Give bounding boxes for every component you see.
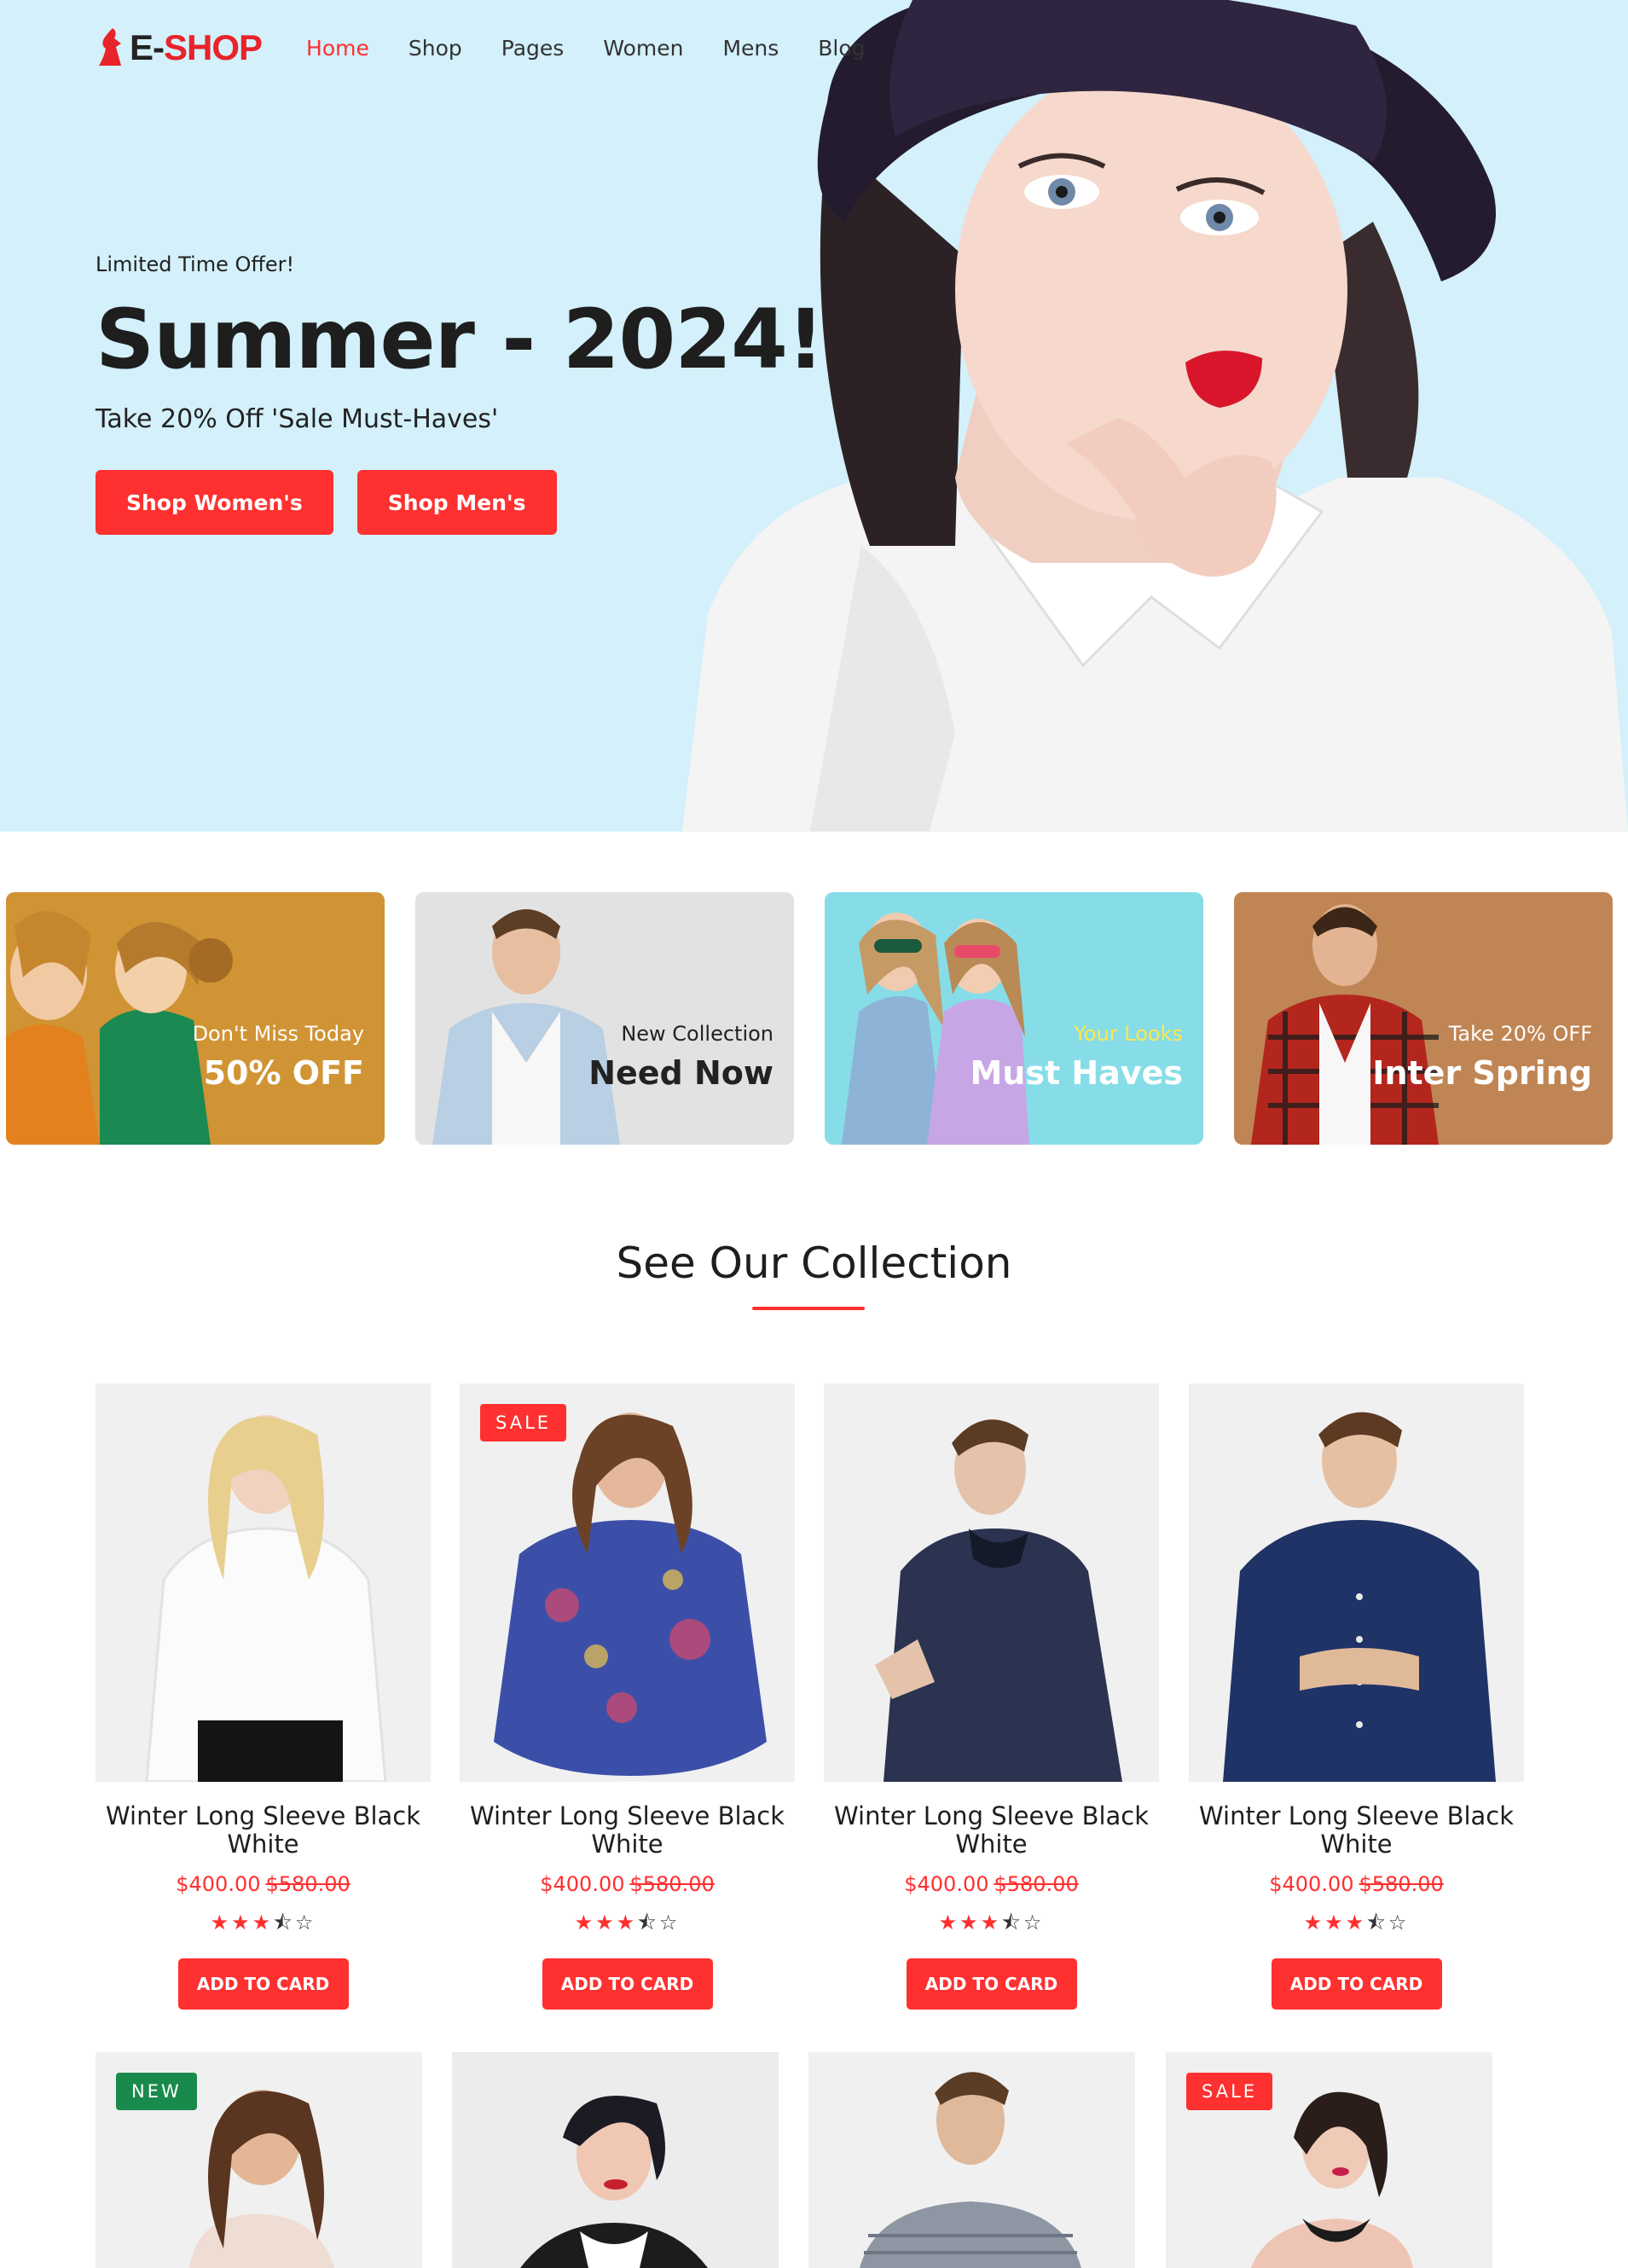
current-price: $400.00 — [1269, 1872, 1354, 1896]
promo-title: Inter Spring — [1372, 1054, 1592, 1092]
product-name[interactable]: Winter Long Sleeve Black White — [460, 1802, 795, 1859]
product-price: $400.00 $580.00 — [1189, 1872, 1524, 1896]
logo-text: E-SHOP — [130, 27, 263, 68]
nav-item-blog[interactable]: Blog — [818, 36, 865, 61]
old-price: $580.00 — [994, 1872, 1079, 1896]
promo-text: Don't Miss Today 50% OFF — [193, 1022, 364, 1092]
sale-badge: SALE — [480, 1404, 567, 1441]
promo-card-must-haves[interactable]: Your Looks Must Haves — [825, 892, 1203, 1145]
product-image[interactable] — [824, 1383, 1159, 1782]
nav-item-shop[interactable]: Shop — [408, 36, 462, 61]
current-price: $400.00 — [540, 1872, 625, 1896]
product-photo-woman-black-white — [452, 2052, 779, 2268]
product-photo-navy-shirt — [1189, 1383, 1524, 1782]
rating-stars: ★★★⯪☆ — [1303, 1911, 1410, 1934]
product-image[interactable] — [452, 2052, 779, 2268]
product-photo-white-blouse — [96, 1383, 431, 1782]
product-image[interactable] — [1189, 1383, 1524, 1782]
product-image[interactable]: SALE — [460, 1383, 795, 1782]
main-navbar: E-SHOP Home Shop Pages Women Mens Blog — [96, 20, 866, 75]
hero-banner: E-SHOP Home Shop Pages Women Mens Blog L… — [0, 0, 1628, 832]
promo-subtitle: New Collection — [621, 1022, 773, 1046]
product-image[interactable] — [808, 2052, 1135, 2268]
add-to-cart-button[interactable]: ADD TO CARD — [1271, 1958, 1442, 2010]
product-photo-man-tshirt — [808, 2052, 1135, 2268]
promo-card-inter-spring[interactable]: Take 20% OFF Inter Spring — [1234, 892, 1613, 1145]
logo-prefix: E- — [130, 27, 165, 67]
product-card: Winter Long Sleeve Black White $400.00 $5… — [96, 1383, 431, 2010]
rating-stars: ★★★⯪☆ — [210, 1911, 316, 1934]
logo-figure-icon — [99, 28, 121, 66]
promo-text: New Collection Need Now — [588, 1022, 773, 1092]
product-price: $400.00 $580.00 — [824, 1872, 1159, 1896]
promo-card-need-now[interactable]: New Collection Need Now — [415, 892, 794, 1145]
promo-title: Must Haves — [970, 1054, 1184, 1092]
add-to-cart-button[interactable]: ADD TO CARD — [542, 1958, 713, 2010]
new-badge: NEW — [116, 2073, 197, 2110]
promo-banners: Don't Miss Today 50% OFF New Collection … — [6, 892, 1622, 1145]
current-price: $400.00 — [904, 1872, 989, 1896]
promo-subtitle: Your Looks — [1074, 1022, 1183, 1046]
product-name[interactable]: Winter Long Sleeve Black White — [824, 1802, 1159, 1859]
sale-badge: SALE — [1186, 2073, 1273, 2110]
hero-buttons: Shop Women's Shop Men's — [96, 470, 846, 535]
promo-text: Take 20% OFF Inter Spring — [1372, 1022, 1592, 1092]
promo-image-man-plaid — [1234, 892, 1613, 1145]
product-photo-printed-top — [460, 1383, 795, 1782]
nav-item-pages[interactable]: Pages — [501, 36, 565, 61]
product-card: SALE Winter Long Sleeve Black White $400… — [460, 1383, 795, 2010]
hero-subtitle: Take 20% Off 'Sale Must-Haves' — [96, 404, 499, 434]
hero-title: Summer - 2024! — [96, 292, 825, 387]
promo-title: 50% OFF — [203, 1054, 364, 1092]
product-price: $400.00 $580.00 — [96, 1872, 431, 1896]
hero-kicker: Limited Time Offer! — [96, 252, 295, 276]
old-price: $580.00 — [629, 1872, 715, 1896]
product-card: Winter Long Sleeve Black White $400.00 $5… — [1189, 1383, 1524, 2010]
product-image[interactable]: NEW — [96, 2052, 422, 2268]
nav-item-home[interactable]: Home — [306, 36, 369, 61]
promo-subtitle: Don't Miss Today — [192, 1022, 364, 1046]
promo-text: Your Looks Must Haves — [970, 1022, 1184, 1092]
promo-subtitle: Take 20% OFF — [1448, 1022, 1592, 1046]
current-price: $400.00 — [176, 1872, 261, 1896]
product-image[interactable]: SALE — [1166, 2052, 1492, 2268]
site-logo[interactable]: E-SHOP — [96, 26, 263, 69]
old-price: $580.00 — [265, 1872, 351, 1896]
promo-image-man-shirt — [415, 892, 794, 1145]
promo-card-50-off[interactable]: Don't Miss Today 50% OFF — [6, 892, 385, 1145]
shop-womens-button[interactable]: Shop Women's — [96, 470, 333, 535]
rating-stars: ★★★⯪☆ — [938, 1911, 1045, 1934]
product-price: $400.00 $580.00 — [460, 1872, 795, 1896]
nav-item-mens[interactable]: Mens — [722, 36, 779, 61]
shop-mens-button[interactable]: Shop Men's — [356, 470, 557, 535]
old-price: $580.00 — [1359, 1872, 1444, 1896]
promo-image-two-girls — [825, 892, 1203, 1145]
title-underline — [752, 1307, 865, 1310]
product-name[interactable]: Winter Long Sleeve Black White — [96, 1802, 431, 1859]
rating-stars: ★★★⯪☆ — [574, 1911, 681, 1934]
promo-image-girls-whisper — [6, 892, 385, 1145]
product-card: Winter Long Sleeve Black White $400.00 $5… — [824, 1383, 1159, 2010]
collection-title: See Our Collection — [616, 1238, 1012, 1288]
product-photo-bomber-jacket — [824, 1383, 1159, 1782]
logo-name: SHOP — [164, 27, 263, 67]
add-to-cart-button[interactable]: ADD TO CARD — [177, 1958, 349, 2010]
nav-links: Home Shop Pages Women Mens Blog — [306, 36, 866, 61]
promo-title: Need Now — [588, 1054, 773, 1092]
product-image[interactable] — [96, 1383, 431, 1782]
add-to-cart-button[interactable]: ADD TO CARD — [906, 1958, 1077, 2010]
product-name[interactable]: Winter Long Sleeve Black White — [1189, 1802, 1524, 1859]
hero-content: Limited Time Offer! Summer - 2024! Take … — [96, 252, 846, 535]
nav-item-women[interactable]: Women — [603, 36, 683, 61]
